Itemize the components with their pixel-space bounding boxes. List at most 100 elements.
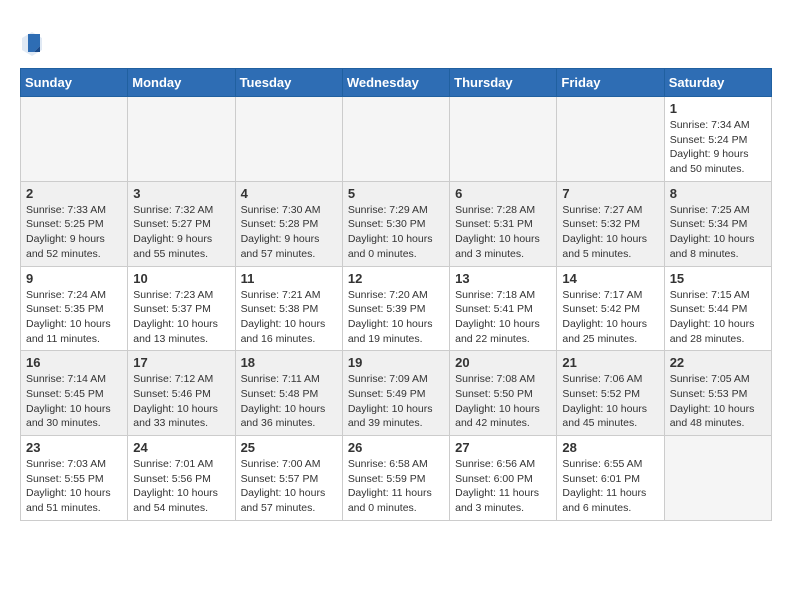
day-info: Sunrise: 7:11 AM Sunset: 5:48 PM Dayligh… [241, 372, 337, 431]
day-info: Sunrise: 7:25 AM Sunset: 5:34 PM Dayligh… [670, 203, 766, 262]
day-info: Sunrise: 7:01 AM Sunset: 5:56 PM Dayligh… [133, 457, 229, 516]
day-number: 3 [133, 186, 229, 201]
calendar-cell [342, 97, 449, 182]
calendar-cell: 27 Sunrise: 6:56 AM Sunset: 6:00 PM Dayli… [450, 436, 557, 521]
column-header-friday: Friday [557, 69, 664, 97]
calendar-cell: 11Sunrise: 7:21 AM Sunset: 5:38 PM Dayli… [235, 266, 342, 351]
day-number: 16 [26, 355, 122, 370]
day-number: 21 [562, 355, 658, 370]
calendar-cell: 10 Sunrise: 7:23 AM Sunset: 5:37 PM Dayli… [128, 266, 235, 351]
calendar-cell: 15 Sunrise: 7:15 AM Sunset: 5:44 PM Dayli… [664, 266, 771, 351]
day-number: 9 [26, 271, 122, 286]
day-number: 8 [670, 186, 766, 201]
week-row-4: 16 Sunrise: 7:14 AM Sunset: 5:45 PM Dayli… [21, 351, 772, 436]
day-number: 25 [241, 440, 337, 455]
column-header-wednesday: Wednesday [342, 69, 449, 97]
day-info: Sunrise: 6:56 AM Sunset: 6:00 PM Dayligh… [455, 457, 551, 516]
calendar-cell: 28 Sunrise: 6:55 AM Sunset: 6:01 PM Dayli… [557, 436, 664, 521]
day-number: 27 [455, 440, 551, 455]
day-number: 7 [562, 186, 658, 201]
calendar-cell: 1 Sunrise: 7:34 AM Sunset: 5:24 PM Daylig… [664, 97, 771, 182]
day-number: 10 [133, 271, 229, 286]
calendar-cell [557, 97, 664, 182]
column-header-monday: Monday [128, 69, 235, 97]
week-row-2: 2 Sunrise: 7:33 AM Sunset: 5:25 PM Daylig… [21, 181, 772, 266]
calendar-cell: 18 Sunrise: 7:11 AM Sunset: 5:48 PM Dayli… [235, 351, 342, 436]
day-number: 2 [26, 186, 122, 201]
day-info: Sunrise: 6:58 AM Sunset: 5:59 PM Dayligh… [348, 457, 444, 516]
calendar-cell [450, 97, 557, 182]
day-info: Sunrise: 7:23 AM Sunset: 5:37 PM Dayligh… [133, 288, 229, 347]
calendar-cell: 7 Sunrise: 7:27 AM Sunset: 5:32 PM Daylig… [557, 181, 664, 266]
logo [20, 30, 48, 58]
calendar-cell: 12Sunrise: 7:20 AM Sunset: 5:39 PM Dayli… [342, 266, 449, 351]
day-info: Sunrise: 6:55 AM Sunset: 6:01 PM Dayligh… [562, 457, 658, 516]
day-number: 28 [562, 440, 658, 455]
day-number: 23 [26, 440, 122, 455]
calendar-cell: 17 Sunrise: 7:12 AM Sunset: 5:46 PM Dayli… [128, 351, 235, 436]
calendar-cell: 25 Sunrise: 7:00 AM Sunset: 5:57 PM Dayli… [235, 436, 342, 521]
logo-icon [20, 30, 44, 58]
day-number: 17 [133, 355, 229, 370]
calendar-cell [21, 97, 128, 182]
day-info: Sunrise: 7:32 AM Sunset: 5:27 PM Dayligh… [133, 203, 229, 262]
column-header-thursday: Thursday [450, 69, 557, 97]
day-info: Sunrise: 7:05 AM Sunset: 5:53 PM Dayligh… [670, 372, 766, 431]
calendar-cell: 21 Sunrise: 7:06 AM Sunset: 5:52 PM Dayli… [557, 351, 664, 436]
calendar-cell: 13 Sunrise: 7:18 AM Sunset: 5:41 PM Dayli… [450, 266, 557, 351]
day-number: 22 [670, 355, 766, 370]
column-header-tuesday: Tuesday [235, 69, 342, 97]
calendar-cell [664, 436, 771, 521]
day-info: Sunrise: 7:08 AM Sunset: 5:50 PM Dayligh… [455, 372, 551, 431]
column-header-sunday: Sunday [21, 69, 128, 97]
day-number: 15 [670, 271, 766, 286]
day-number: 19 [348, 355, 444, 370]
week-row-1: 1 Sunrise: 7:34 AM Sunset: 5:24 PM Daylig… [21, 97, 772, 182]
calendar-cell: 8 Sunrise: 7:25 AM Sunset: 5:34 PM Daylig… [664, 181, 771, 266]
day-info: Sunrise: 7:20 AM Sunset: 5:39 PM Dayligh… [348, 288, 444, 347]
calendar-header-row: SundayMondayTuesdayWednesdayThursdayFrid… [21, 69, 772, 97]
calendar-cell: 23 Sunrise: 7:03 AM Sunset: 5:55 PM Dayli… [21, 436, 128, 521]
day-info: Sunrise: 7:28 AM Sunset: 5:31 PM Dayligh… [455, 203, 551, 262]
calendar-cell: 19 Sunrise: 7:09 AM Sunset: 5:49 PM Dayli… [342, 351, 449, 436]
calendar: SundayMondayTuesdayWednesdayThursdayFrid… [20, 68, 772, 521]
day-number: 20 [455, 355, 551, 370]
calendar-cell: 26 Sunrise: 6:58 AM Sunset: 5:59 PM Dayli… [342, 436, 449, 521]
week-row-3: 9Sunrise: 7:24 AM Sunset: 5:35 PM Daylig… [21, 266, 772, 351]
day-number: 14 [562, 271, 658, 286]
column-header-saturday: Saturday [664, 69, 771, 97]
week-row-5: 23 Sunrise: 7:03 AM Sunset: 5:55 PM Dayli… [21, 436, 772, 521]
day-info: Sunrise: 7:17 AM Sunset: 5:42 PM Dayligh… [562, 288, 658, 347]
day-info: Sunrise: 7:34 AM Sunset: 5:24 PM Dayligh… [670, 118, 766, 177]
day-info: Sunrise: 7:00 AM Sunset: 5:57 PM Dayligh… [241, 457, 337, 516]
calendar-cell [235, 97, 342, 182]
day-number: 13 [455, 271, 551, 286]
calendar-cell: 16 Sunrise: 7:14 AM Sunset: 5:45 PM Dayli… [21, 351, 128, 436]
calendar-cell: 14 Sunrise: 7:17 AM Sunset: 5:42 PM Dayli… [557, 266, 664, 351]
day-number: 18 [241, 355, 337, 370]
calendar-cell: 24 Sunrise: 7:01 AM Sunset: 5:56 PM Dayli… [128, 436, 235, 521]
calendar-cell: 5Sunrise: 7:29 AM Sunset: 5:30 PM Daylig… [342, 181, 449, 266]
day-info: Sunrise: 7:12 AM Sunset: 5:46 PM Dayligh… [133, 372, 229, 431]
day-info: Sunrise: 7:14 AM Sunset: 5:45 PM Dayligh… [26, 372, 122, 431]
day-info: Sunrise: 7:30 AM Sunset: 5:28 PM Dayligh… [241, 203, 337, 262]
calendar-cell: 2 Sunrise: 7:33 AM Sunset: 5:25 PM Daylig… [21, 181, 128, 266]
day-number: 26 [348, 440, 444, 455]
day-number: 5 [348, 186, 444, 201]
day-info: Sunrise: 7:09 AM Sunset: 5:49 PM Dayligh… [348, 372, 444, 431]
day-number: 24 [133, 440, 229, 455]
day-info: Sunrise: 7:06 AM Sunset: 5:52 PM Dayligh… [562, 372, 658, 431]
calendar-cell: 6 Sunrise: 7:28 AM Sunset: 5:31 PM Daylig… [450, 181, 557, 266]
calendar-cell: 9Sunrise: 7:24 AM Sunset: 5:35 PM Daylig… [21, 266, 128, 351]
day-info: Sunrise: 7:03 AM Sunset: 5:55 PM Dayligh… [26, 457, 122, 516]
day-number: 1 [670, 101, 766, 116]
day-info: Sunrise: 7:21 AM Sunset: 5:38 PM Dayligh… [241, 288, 337, 347]
day-info: Sunrise: 7:33 AM Sunset: 5:25 PM Dayligh… [26, 203, 122, 262]
day-info: Sunrise: 7:18 AM Sunset: 5:41 PM Dayligh… [455, 288, 551, 347]
calendar-cell [128, 97, 235, 182]
day-number: 6 [455, 186, 551, 201]
calendar-cell: 22 Sunrise: 7:05 AM Sunset: 5:53 PM Dayli… [664, 351, 771, 436]
day-info: Sunrise: 7:27 AM Sunset: 5:32 PM Dayligh… [562, 203, 658, 262]
day-info: Sunrise: 7:15 AM Sunset: 5:44 PM Dayligh… [670, 288, 766, 347]
page-header [20, 20, 772, 58]
